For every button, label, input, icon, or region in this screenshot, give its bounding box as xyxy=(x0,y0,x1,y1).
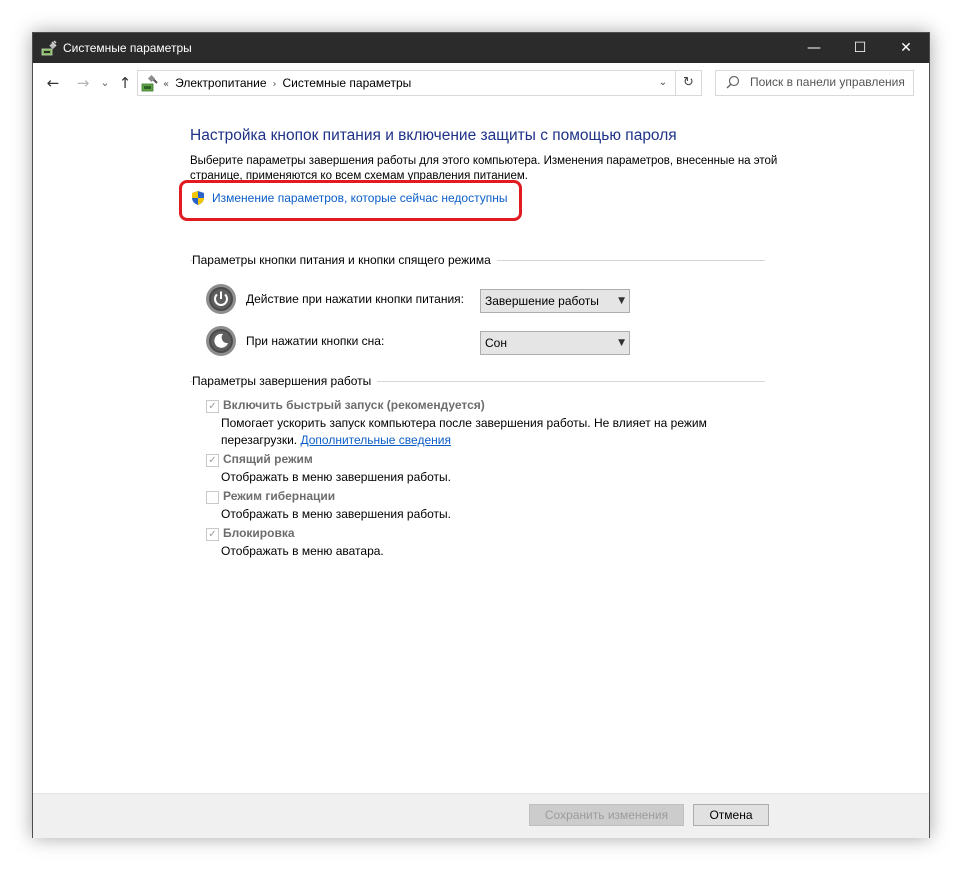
sleep-option-label: Спящий режим xyxy=(223,452,313,466)
maximize-button[interactable]: ☐ xyxy=(837,33,883,63)
address-dropdown-button[interactable]: ⌄ xyxy=(655,74,671,92)
uac-shield-icon xyxy=(192,191,204,205)
power-button-action-value: Завершение работы xyxy=(485,294,599,308)
sleep-option-description: Отображать в меню завершения работы. xyxy=(221,470,452,484)
power-options-app-icon xyxy=(41,40,57,56)
cancel-button[interactable]: Отмена xyxy=(693,804,769,826)
control-panel-icon xyxy=(141,74,158,92)
window-title: Системные параметры xyxy=(63,41,192,55)
lock-option-description: Отображать в меню аватара. xyxy=(221,544,384,558)
fast-startup-description: Помогает ускорить запуск компьютера посл… xyxy=(221,415,741,449)
refresh-button[interactable]: ↻ xyxy=(675,71,701,95)
address-box[interactable]: « Электропитание › Системные параметры ⌄ ↻ xyxy=(137,70,702,96)
hibernate-option-description: Отображать в меню завершения работы. xyxy=(221,507,452,521)
chevron-down-icon: ▼ xyxy=(618,296,625,306)
power-button-label: Действие при нажатии кнопки питания: xyxy=(246,292,465,306)
address-bar: ← → ⌄ ↑ « Электропитание › Системные параме… xyxy=(33,63,929,103)
chevron-down-icon: ▼ xyxy=(618,338,625,348)
breadcrumb: « Электропитание › Системные параметры xyxy=(163,76,411,90)
fast-startup-label: Включить быстрый запуск (рекомендуется) xyxy=(223,398,485,412)
lock-checkbox[interactable]: ✓ xyxy=(206,528,219,541)
search-icon xyxy=(726,75,740,89)
close-button[interactable]: ✕ xyxy=(883,33,929,63)
system-settings-window: Системные параметры — ☐ ✕ ← → ⌄ ↑ « Элект… xyxy=(32,32,930,838)
sleep-button-action-value: Сон xyxy=(485,336,507,350)
breadcrumb-separator-icon[interactable]: › xyxy=(273,79,277,90)
search-box[interactable] xyxy=(715,70,914,96)
power-button-action-select[interactable]: Завершение работы ▼ xyxy=(480,289,630,313)
title-bar: Системные параметры — ☐ ✕ xyxy=(33,33,929,63)
search-input[interactable] xyxy=(750,73,910,91)
sleep-button-icon xyxy=(206,326,236,356)
breadcrumb-overflow-icon[interactable]: « xyxy=(163,79,169,90)
more-info-link[interactable]: Дополнительные сведения xyxy=(300,433,450,447)
recent-locations-button[interactable]: ⌄ xyxy=(95,74,115,92)
breadcrumb-item-power[interactable]: Электропитание xyxy=(175,76,266,90)
sleep-button-action-select[interactable]: Сон ▼ xyxy=(480,331,630,355)
page-title: Настройка кнопок питания и включение защ… xyxy=(190,127,677,144)
up-button[interactable]: ↑ xyxy=(115,74,135,92)
sleep-checkbox[interactable]: ✓ xyxy=(206,454,219,467)
back-button[interactable]: ← xyxy=(43,74,63,92)
sleep-button-label: При нажатии кнопки сна: xyxy=(246,334,385,348)
change-settings-link-text[interactable]: Изменение параметров, которые сейчас нед… xyxy=(212,191,508,205)
forward-button[interactable]: → xyxy=(73,74,93,92)
shutdown-group-title: Параметры завершения работы xyxy=(192,374,378,388)
hibernate-checkbox[interactable] xyxy=(206,491,219,504)
fast-startup-checkbox[interactable]: ✓ xyxy=(206,400,219,413)
power-group-title: Параметры кнопки питания и кнопки спящег… xyxy=(192,253,497,267)
lock-option-label: Блокировка xyxy=(223,526,295,540)
minimize-button[interactable]: — xyxy=(791,33,837,63)
dialog-footer: Сохранить изменения Отмена xyxy=(33,793,929,838)
hibernate-option-label: Режим гибернации xyxy=(223,489,336,503)
save-changes-button[interactable]: Сохранить изменения xyxy=(529,804,684,826)
breadcrumb-item-system-settings[interactable]: Системные параметры xyxy=(283,76,412,90)
power-button-icon xyxy=(206,284,236,314)
fast-startup-description-text: Помогает ускорить запуск компьютера посл… xyxy=(221,416,707,447)
main-content: Настройка кнопок питания и включение защ… xyxy=(33,103,929,793)
